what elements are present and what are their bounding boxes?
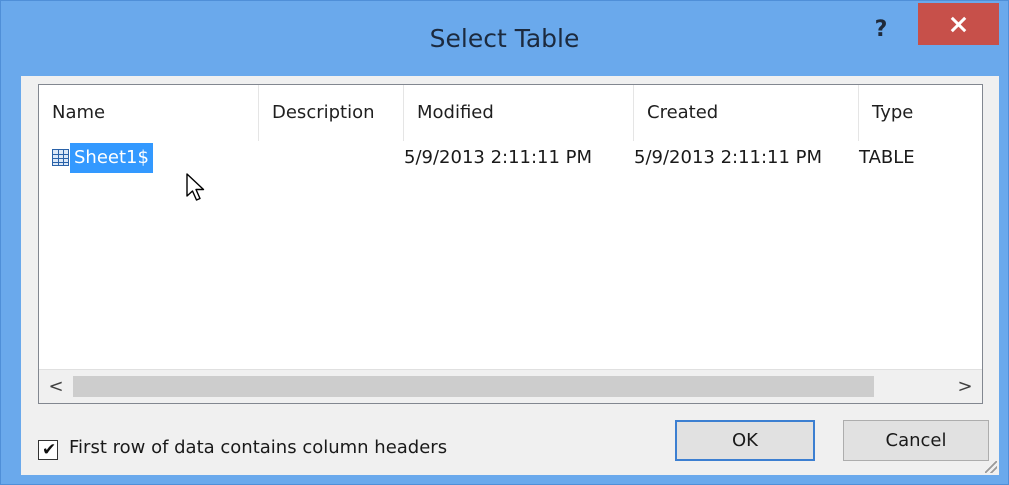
first-row-headers-label[interactable]: First row of data contains column header… — [69, 437, 447, 458]
row-name-cell[interactable]: Sheet1$ — [39, 141, 259, 175]
column-header-modified[interactable]: Modified — [404, 85, 634, 141]
row-created-cell: 5/9/2013 2:11:11 PM — [634, 147, 823, 168]
table-list[interactable]: Name Description Modified Created Type S… — [38, 84, 983, 404]
column-header-name[interactable]: Name — [39, 85, 259, 141]
column-header-type[interactable]: Type — [859, 85, 982, 141]
column-header-created[interactable]: Created — [634, 85, 859, 141]
row-type-cell: TABLE — [859, 147, 915, 168]
horizontal-scrollbar[interactable]: < > — [39, 369, 982, 403]
cancel-button[interactable]: Cancel — [843, 420, 989, 461]
ok-button[interactable]: OK — [675, 420, 815, 461]
title-bar[interactable]: Select Table ? — [1, 1, 1008, 76]
dialog-title: Select Table — [429, 24, 580, 53]
list-header: Name Description Modified Created Type — [39, 85, 982, 141]
scroll-left-arrow-icon[interactable]: < — [39, 370, 73, 404]
checkmark-icon: ✔ — [42, 440, 57, 460]
help-button[interactable]: ? — [871, 17, 891, 42]
column-header-description[interactable]: Description — [259, 85, 404, 141]
resize-grip-icon[interactable] — [985, 461, 997, 473]
table-row[interactable]: Sheet1$ 5/9/2013 2:11:11 PM 5/9/2013 2:1… — [39, 141, 982, 175]
table-icon — [52, 149, 69, 166]
row-modified-cell: 5/9/2013 2:11:11 PM — [404, 147, 593, 168]
select-table-dialog: Select Table ? Name Description Modified… — [0, 0, 1009, 485]
row-name-label[interactable]: Sheet1$ — [70, 143, 153, 173]
scroll-right-arrow-icon[interactable]: > — [948, 370, 982, 404]
scroll-thumb[interactable] — [73, 376, 874, 397]
row-description-cell — [259, 141, 404, 175]
dialog-body: Name Description Modified Created Type S… — [21, 76, 999, 475]
mouse-pointer-icon — [186, 173, 205, 201]
close-button[interactable] — [918, 3, 999, 45]
first-row-headers-checkbox[interactable]: ✔ — [38, 440, 58, 460]
